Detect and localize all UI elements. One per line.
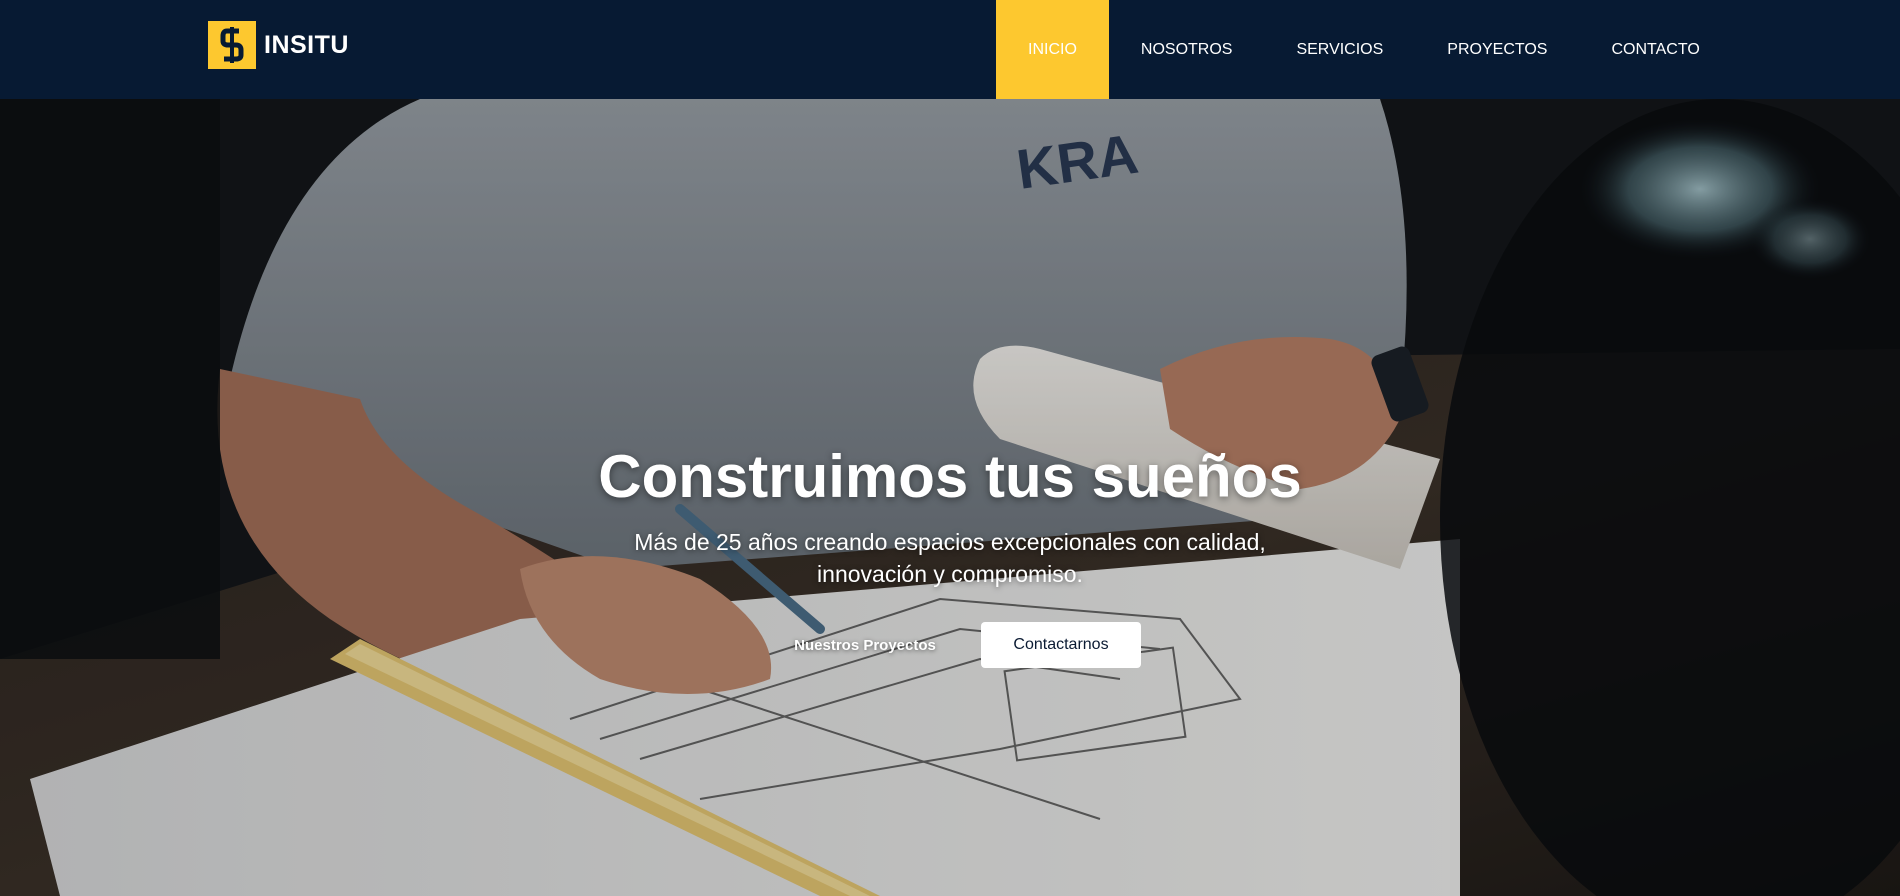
nav-item-inicio[interactable]: INICIO (996, 0, 1109, 99)
page: INSITU INICIO NOSOTROS SERVICIOS PROYECT… (0, 0, 1900, 896)
contact-button[interactable]: Contactarnos (981, 622, 1141, 668)
main-nav: INICIO NOSOTROS SERVICIOS PROYECTOS CONT… (996, 0, 1732, 99)
nav-item-contacto[interactable]: CONTACTO (1579, 0, 1731, 99)
hero-title: Construimos tus sueños (598, 443, 1302, 510)
brand-logo-link[interactable]: INSITU (208, 21, 349, 69)
hero-section: KRA Construimos tus sueños Más de 25 año… (0, 99, 1900, 896)
hero-subtitle: Más de 25 años creando espacios excepcio… (634, 529, 1266, 587)
nav-item-servicios[interactable]: SERVICIOS (1264, 0, 1415, 99)
logo-icon (208, 21, 256, 69)
nav-item-nosotros[interactable]: NOSOTROS (1109, 0, 1265, 99)
nav-item-proyectos[interactable]: PROYECTOS (1415, 0, 1579, 99)
projects-button[interactable]: Nuestros Proyectos (771, 622, 959, 668)
brand-name: INSITU (264, 30, 349, 59)
hero-content: Construimos tus sueños Más de 25 años cr… (0, 99, 1900, 896)
site-header: INSITU INICIO NOSOTROS SERVICIOS PROYECT… (0, 0, 1900, 99)
